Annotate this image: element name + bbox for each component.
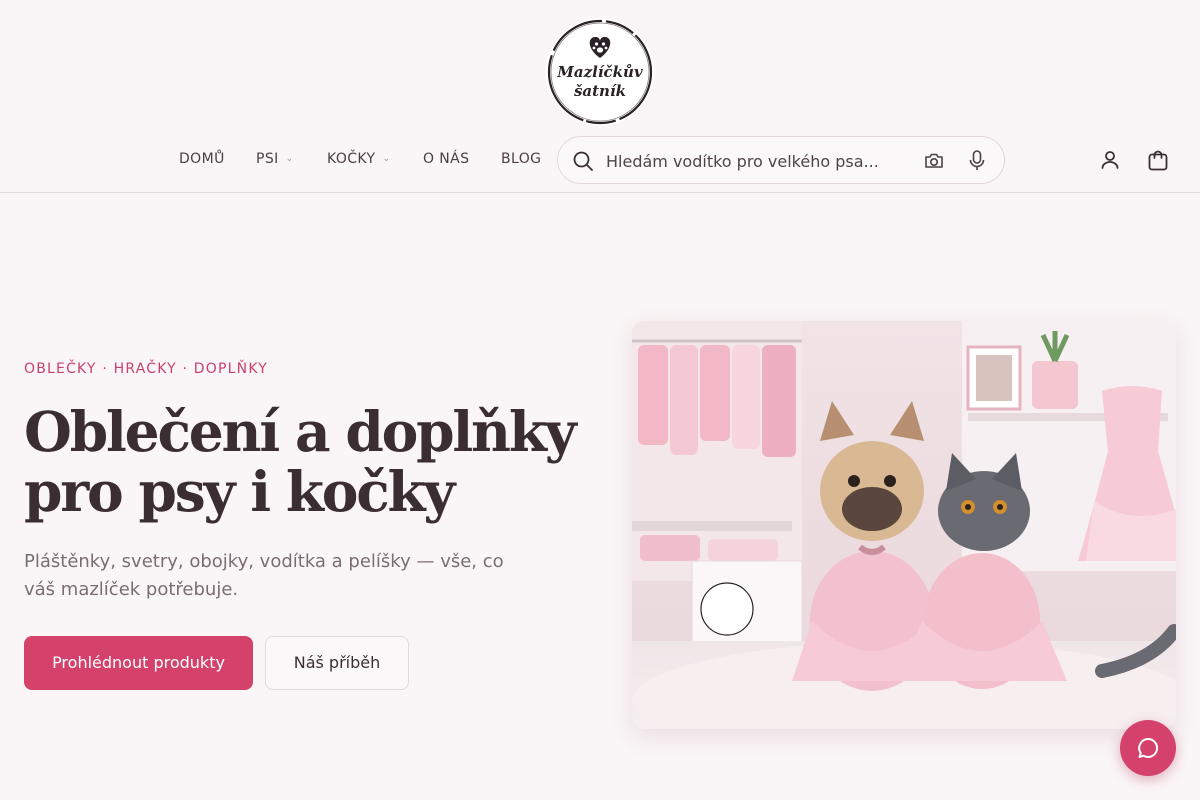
our-story-button[interactable]: Náš příběh xyxy=(265,636,409,690)
site-header: Mazlíčkův šatník DOMŮ PSI ⌄ KOČKY ⌄ O NÁS … xyxy=(0,0,1200,193)
nav-item-blog[interactable]: BLOG xyxy=(501,151,541,167)
hero-subtitle: Pláštěnky, svetry, obojky, vodítka a pel… xyxy=(24,551,504,600)
cart-icon[interactable] xyxy=(1146,148,1170,176)
hero-title-line1: Oblečení a doplňky xyxy=(24,399,577,464)
search-input[interactable] xyxy=(606,149,906,173)
site-logo[interactable]: Mazlíčkův šatník xyxy=(546,18,654,126)
nav-item-label: PSI xyxy=(256,151,279,167)
nav-item-label: O NÁS xyxy=(423,151,470,167)
nav-item-domu[interactable]: DOMŮ xyxy=(179,151,225,167)
search-icon[interactable] xyxy=(572,150,594,176)
hero-title-line2: pro psy i kočky xyxy=(24,459,455,524)
nav-item-label: BLOG xyxy=(501,151,542,167)
chat-bubble-icon xyxy=(1138,737,1159,758)
camera-icon[interactable] xyxy=(923,150,945,176)
hero-title: Oblečení a doplňky pro psy i kočky xyxy=(24,402,584,522)
account-icon[interactable] xyxy=(1098,148,1122,176)
logo-text-line2: šatník xyxy=(573,82,627,100)
paw-heart-icon xyxy=(589,36,611,58)
nav-item-o-nas[interactable]: O NÁS xyxy=(423,151,469,167)
chevron-down-icon: ⌄ xyxy=(382,154,391,164)
hero-image xyxy=(632,321,1176,729)
browse-products-button[interactable]: Prohlédnout produkty xyxy=(24,636,253,690)
chevron-down-icon: ⌄ xyxy=(285,154,294,164)
hero-eyebrow: OBLEČKY · HRAČKY · DOPLŇKY xyxy=(24,361,268,377)
nav-item-psi[interactable]: PSI ⌄ xyxy=(256,151,294,167)
mic-icon[interactable] xyxy=(966,149,988,177)
nav-item-label: DOMŮ xyxy=(179,151,225,167)
nav-item-kocky[interactable]: KOČKY ⌄ xyxy=(327,151,390,167)
chat-button[interactable] xyxy=(1120,720,1176,776)
logo-text-line1: Mazlíčkův xyxy=(557,63,643,81)
search-bar xyxy=(557,136,1005,184)
nav-item-label: KOČKY xyxy=(327,151,376,167)
